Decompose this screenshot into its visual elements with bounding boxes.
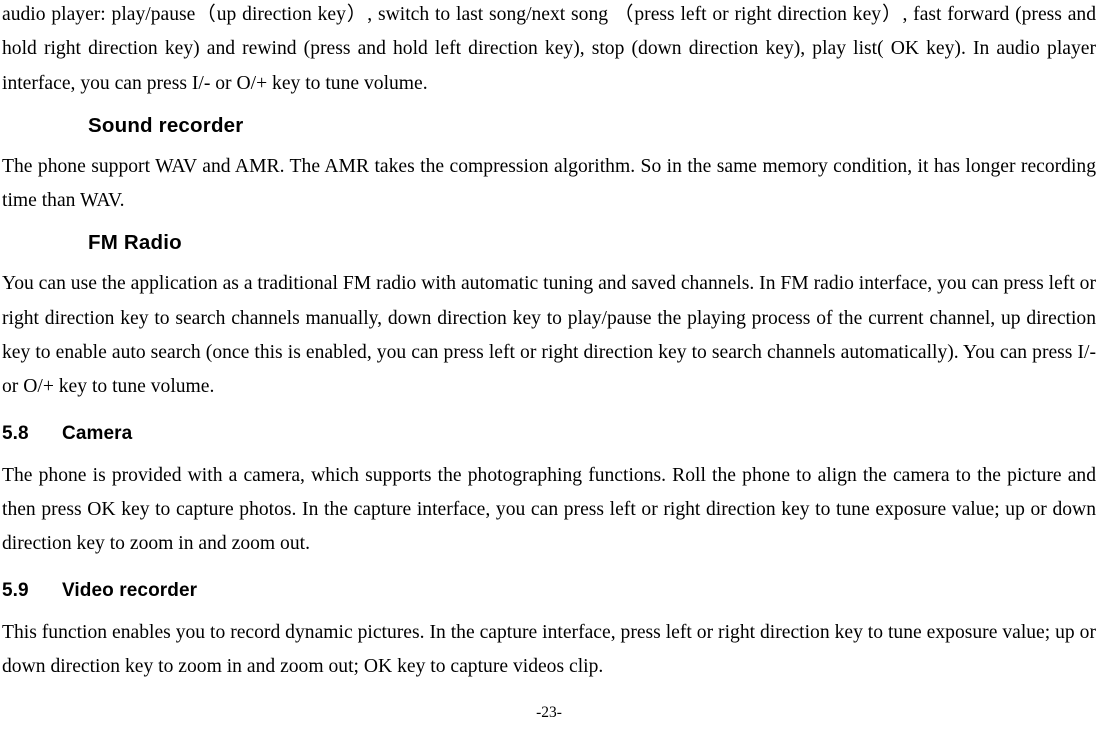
audio-player-paragraph: audio player: play/pause（up direction ke… (2, 4, 1096, 94)
section-title-video-recorder: Video recorder (62, 579, 198, 601)
page-number-footer: -23- (536, 704, 562, 721)
heading-sound-recorder: Sound recorder (88, 113, 244, 137)
camera-paragraph: The phone is provided with a camera, whi… (2, 464, 1096, 555)
section-number-camera: 5.8 (2, 422, 29, 444)
manual-page: audio player: play/pause（up direction ke… (0, 0, 1098, 737)
video-recorder-paragraph: This function enables you to record dyna… (2, 621, 1096, 677)
heading-video-recorder: 5.9 Video recorder (2, 574, 1096, 607)
fm-radio-paragraph: You can use the application as a traditi… (2, 273, 1096, 398)
heading-fm-radio: FM Radio (88, 231, 182, 255)
page-content: audio player: play/pause（up direction ke… (2, 0, 1096, 684)
section-number-video-recorder: 5.9 (2, 579, 29, 601)
heading-camera: 5.8 Camera (2, 417, 1096, 450)
sound-recorder-paragraph: The phone support WAV and AMR. The AMR t… (2, 155, 1096, 212)
section-title-camera: Camera (62, 422, 133, 444)
